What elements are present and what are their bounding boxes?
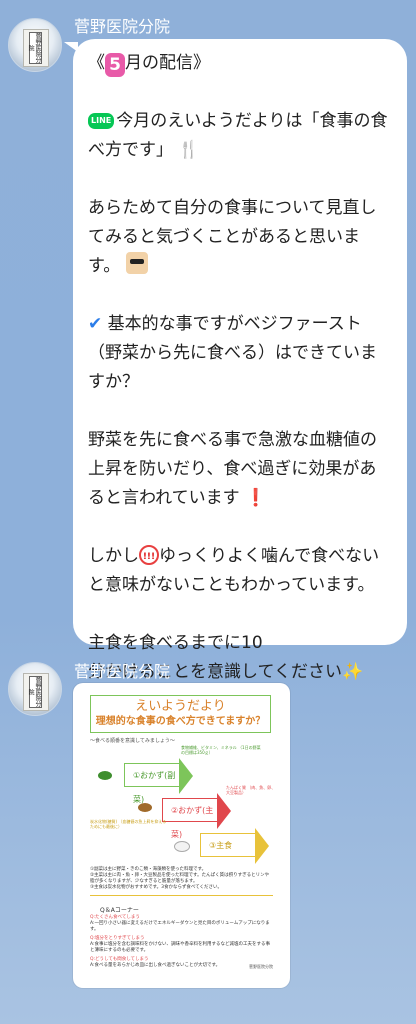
text-line: 《 5 月の配信》 <box>88 53 210 77</box>
fork-knife-icon: 🍴 <box>178 140 200 160</box>
text-line: （野菜から先に食べる）はできていま <box>88 343 377 363</box>
sender-avatar[interactable]: 菅野医院分院 <box>8 18 62 72</box>
checkmark-icon: ✔ <box>88 314 103 334</box>
line-logo-icon: LINE <box>88 113 115 129</box>
sender-name: 菅野医院分院 <box>74 662 171 681</box>
step-side-dish: ①おかず(副菜) <box>124 758 193 804</box>
qa-block: Q:たくさん食べてしまう A:一回り小さい器に変えるだけでエネルギーダウンと見た… <box>90 915 271 968</box>
number-five-icon: 5 <box>105 53 125 77</box>
nutrition-flyer: えいようだより 理想的な食事の食べ方できてますか？ ～食べる順番を意識してみまし… <box>86 693 277 978</box>
detective-face-icon <box>125 252 148 274</box>
main-dish-icon <box>138 803 152 812</box>
text-line: ✔ 基本的な事ですがベジファースト <box>88 314 362 334</box>
image-message[interactable]: えいようだより 理想的な食事の食べ方できてますか？ ～食べる順番を意識してみまし… <box>73 683 290 988</box>
text-line: べ方です」 🍴 <box>88 140 200 160</box>
flyer-credit: 菅野医院分院 <box>249 964 273 969</box>
text-line: 上昇を防いだり、食べ過ぎに効果があ <box>88 459 377 479</box>
flyer-subtitle: 理想的な食事の食べ方できてますか？ <box>95 716 266 727</box>
sender-avatar[interactable]: 菅野医院分院 <box>8 662 62 716</box>
flyer-title-box: えいようだより 理想的な食事の食べ方できてますか？ <box>90 695 271 733</box>
qa-title: Q＆Aコーナー <box>100 907 139 914</box>
sparkles-icon: ✨ <box>341 662 364 682</box>
note-vitamins: 食物繊維、ビタミン、ミネラル （1日の野菜の目標は350ｇ） <box>181 745 261 755</box>
text-line: あらためて自分の食事について見直し <box>88 198 377 218</box>
text-line: てみると気づくことがあると思いま <box>88 227 360 247</box>
text-line: すか？ <box>88 372 139 392</box>
side-dish-icon <box>98 771 112 780</box>
step-main-dish: ②おかず(主菜) <box>162 793 231 839</box>
step-staple: ③主食 <box>200 828 269 864</box>
flyer-title: えいようだより <box>135 699 226 714</box>
note-carbs: 炭水化物(糖質) （血糖値の急上昇を抑えるためにも最後に） <box>90 819 167 829</box>
text-line: 主食を食べるまでに10 <box>88 633 263 653</box>
divider <box>90 895 273 896</box>
alarm-icon: !!! <box>139 545 159 565</box>
sender-name: 菅野医院分院 <box>74 17 171 36</box>
note-protein: たんぱく質 （肉、魚、卵、大豆製品） <box>226 785 276 795</box>
text-line: す。 <box>88 252 391 281</box>
avatar-sign: 菅野医院分院 <box>27 32 42 64</box>
text-line: LINE 今月のえいようだよりは「食事の食 <box>88 107 391 136</box>
avatar-sign: 菅野医院分院 <box>27 676 42 708</box>
exclamation-icon: ❗ <box>245 488 267 508</box>
flyer-intro: ～食べる順番を意識してみましょう～ <box>90 738 175 744</box>
rice-bowl-icon <box>174 841 190 852</box>
flyer-description: ①副菜は主に野菜・きのこ類・海藻類を使った料理です。 ②主菜は主に肉・魚・卵・大… <box>90 867 270 890</box>
text-line: しかし!!! ゆっくりよく噛んで食べない <box>88 545 380 566</box>
text-line: ると言われています ❗ <box>88 488 267 508</box>
text-line: 野菜を先に食べる事で急激な血糖値の <box>88 430 377 450</box>
message-bubble[interactable]: 《 5 月の配信》 LINE 今月のえいようだよりは「食事の食 べ方です」 🍴 あらた… <box>73 39 407 682</box>
text-line: と意味がないこともわかっています。 <box>88 575 375 595</box>
